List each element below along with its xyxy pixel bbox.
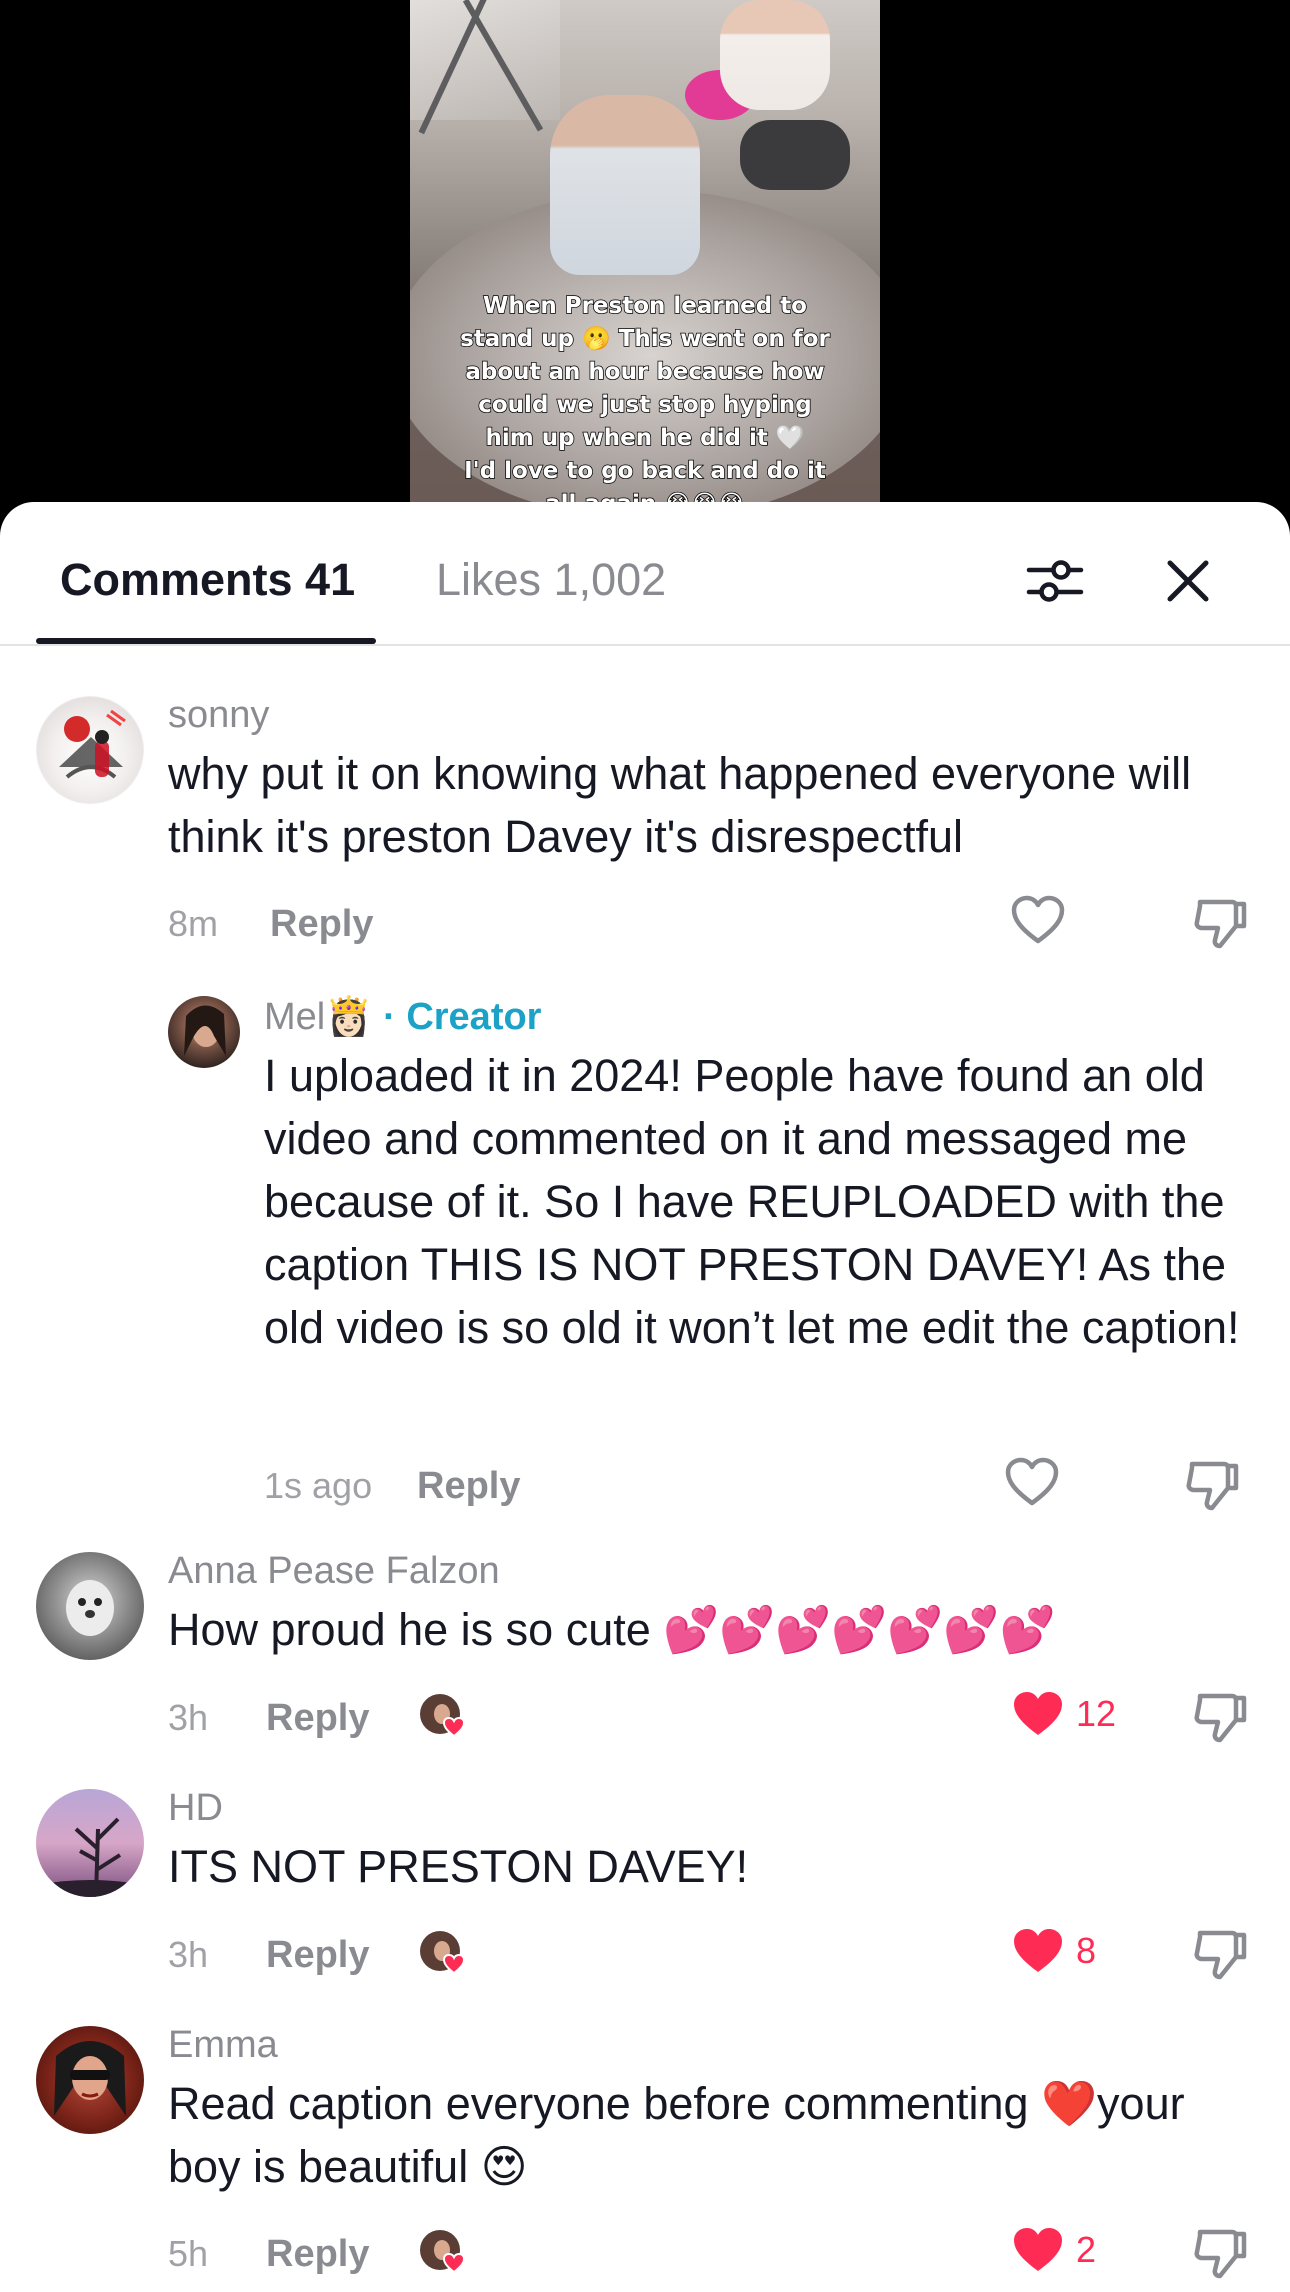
like-count: 8 <box>1076 1930 1097 1971</box>
dislike-button[interactable] <box>1190 2222 1250 2282</box>
comment-time: 3h <box>168 1934 209 1975</box>
reply-button[interactable]: Reply <box>266 1933 369 1977</box>
video-caption-line: When Preston learned to <box>482 292 807 320</box>
comment-username[interactable]: HD <box>168 1785 223 1831</box>
heart-icon <box>1011 895 1065 944</box>
comment-text: How proud he is so cute 💕💕💕💕💕💕💕 <box>168 1604 1056 1655</box>
video-scene-baby <box>550 95 700 275</box>
avatar-image <box>66 1580 114 1636</box>
avatar-image <box>36 1817 144 1897</box>
avatar-image <box>59 709 126 779</box>
heart-icon <box>1014 1692 1062 1735</box>
comment-username[interactable]: sonny <box>168 692 269 738</box>
tab-bar: Comments 41 Likes 1,002 <box>0 502 1290 646</box>
creator-liked-badge <box>418 2228 470 2280</box>
creator-liked-avatar-icon <box>420 1694 466 1738</box>
tab-likes[interactable]: Likes 1,002 <box>436 552 666 608</box>
reply-button[interactable]: Reply <box>266 2232 369 2276</box>
video-caption-line: I'd love to go back and do it <box>463 457 826 485</box>
creator-username[interactable]: Mel👸🏻 <box>264 996 373 1038</box>
avatar[interactable] <box>36 1552 144 1660</box>
reply-button[interactable]: Reply <box>417 1464 520 1508</box>
comment-text: why put it on knowing what happened ever… <box>168 748 1192 862</box>
video-caption-line: stand up 🫢 This went on for <box>459 325 830 353</box>
thumbs-down-icon <box>1186 1461 1239 1511</box>
comment-username[interactable]: Emma <box>168 2022 278 2068</box>
avatar[interactable] <box>36 1789 144 1897</box>
avatar-image <box>184 1005 226 1056</box>
sliders-icon <box>1026 560 1084 602</box>
avatar[interactable] <box>168 996 240 1068</box>
reply-button[interactable]: Reply <box>266 1696 369 1740</box>
video-preview[interactable]: When Preston learned to stand up 🫢 This … <box>0 0 1290 520</box>
comment-time: 8m <box>168 903 219 944</box>
creator-badge: · Creator <box>383 996 542 1038</box>
comment-text: Read caption everyone before commenting … <box>168 2078 1185 2192</box>
comment-text: I uploaded it in 2024! People have found… <box>264 1050 1240 1353</box>
creator-liked-badge <box>418 1692 470 1744</box>
dislike-button[interactable] <box>1182 1454 1242 1514</box>
comment-time: 5h <box>168 2233 209 2274</box>
heart-icon <box>1014 1929 1062 1972</box>
video-scene-child <box>720 0 830 110</box>
heart-icon <box>1005 1457 1059 1506</box>
close-icon <box>1167 560 1209 602</box>
dislike-button[interactable] <box>1190 892 1250 952</box>
dislike-button[interactable] <box>1190 1923 1250 1983</box>
like-button[interactable]: 12 <box>1010 1688 1116 1740</box>
avatar[interactable] <box>36 696 144 804</box>
creator-liked-avatar-icon <box>420 2230 466 2274</box>
creator-liked-badge <box>418 1929 470 1981</box>
comment-time: 3h <box>168 1697 209 1738</box>
comment-time: 1s ago <box>264 1465 373 1506</box>
video-caption-line: him up when he did it 🤍 <box>485 424 806 452</box>
like-button[interactable] <box>1004 1456 1060 1508</box>
avatar-image <box>54 2041 126 2116</box>
filter-button[interactable] <box>1020 546 1090 616</box>
like-count: 2 <box>1076 2229 1097 2270</box>
avatar[interactable] <box>36 2026 144 2134</box>
dislike-button[interactable] <box>1190 1686 1250 1746</box>
like-count: 12 <box>1076 1693 1117 1734</box>
like-button[interactable]: 2 <box>1010 2224 1096 2276</box>
thumbs-down-icon <box>1194 2229 1247 2279</box>
comment-username: Mel👸🏻 · Creator <box>264 994 541 1040</box>
heart-icon <box>1014 2228 1062 2271</box>
close-button[interactable] <box>1153 546 1223 616</box>
video-caption-line: could we just stop hyping <box>478 391 813 419</box>
comment-username[interactable]: Anna Pease Falzon <box>168 1548 500 1594</box>
video-thumbnail[interactable]: When Preston learned to stand up 🫢 This … <box>410 0 880 520</box>
comments-sheet: Comments 41 Likes 1,002 sonny why put it… <box>0 502 1290 2292</box>
like-button[interactable] <box>1010 894 1066 946</box>
thumbs-down-icon <box>1194 1693 1247 1743</box>
comment-text: ITS NOT PRESTON DAVEY! <box>168 1841 749 1892</box>
video-scene-seat <box>740 120 850 190</box>
video-caption: When Preston learned to stand up 🫢 This … <box>410 290 880 520</box>
reply-button[interactable]: Reply <box>270 902 373 946</box>
video-caption-line: about an hour because how <box>465 358 826 386</box>
creator-liked-avatar-icon <box>420 1931 466 1975</box>
active-tab-indicator <box>36 638 376 644</box>
thumbs-down-icon <box>1194 1930 1247 1980</box>
tab-comments[interactable]: Comments 41 <box>60 552 355 608</box>
like-button[interactable]: 8 <box>1010 1925 1096 1977</box>
thumbs-down-icon <box>1194 899 1247 949</box>
